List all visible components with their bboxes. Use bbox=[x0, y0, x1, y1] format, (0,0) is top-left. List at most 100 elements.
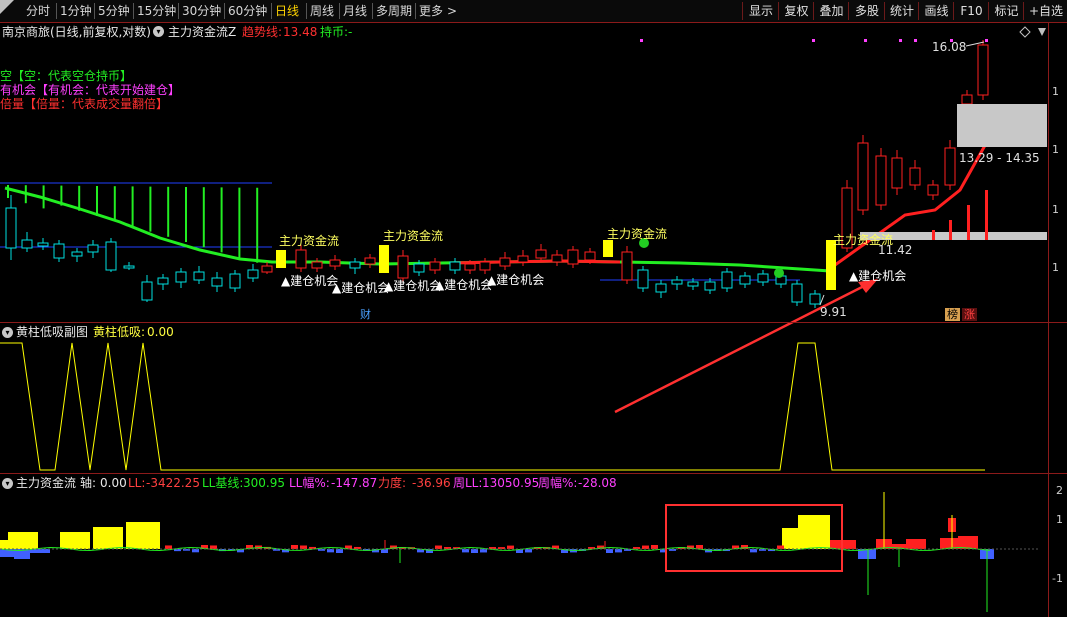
red-flow-bar bbox=[906, 539, 926, 549]
small-flow-bar bbox=[507, 545, 514, 549]
sub2-weekpct-value: -28.08 bbox=[578, 476, 617, 490]
candle-body bbox=[687, 281, 699, 287]
triangle-down-icon[interactable] bbox=[1038, 28, 1046, 36]
sub2-force-value: -36.96 bbox=[412, 476, 451, 490]
right-axis-label: 1 bbox=[1052, 261, 1059, 274]
candle-body bbox=[247, 269, 259, 279]
candle-body bbox=[909, 167, 921, 186]
panel-divider-2 bbox=[0, 473, 1067, 474]
candle-body bbox=[479, 261, 491, 271]
small-flow-bar bbox=[606, 549, 613, 553]
candle-body bbox=[551, 254, 563, 263]
candle-body bbox=[927, 184, 939, 196]
small-flow-bar bbox=[471, 549, 478, 553]
sub2-weekll-value: 13050.95 bbox=[482, 476, 540, 490]
buy-chance-annotation: ▲建仓机会 bbox=[435, 278, 493, 292]
yellow-flow-bar bbox=[276, 250, 286, 268]
small-flow-bar bbox=[165, 545, 172, 549]
candle-body bbox=[499, 257, 511, 267]
candle-body bbox=[105, 241, 117, 271]
red-flow-bar bbox=[958, 536, 978, 549]
panel-divider-1 bbox=[0, 322, 1067, 323]
candle-body bbox=[875, 155, 887, 206]
sub2-axis-label: 轴: bbox=[80, 476, 97, 490]
right-axis-label: 1 bbox=[1052, 203, 1059, 216]
candle-body bbox=[944, 147, 956, 186]
high-price-label: 16.08 bbox=[932, 40, 967, 54]
candle-body bbox=[141, 281, 153, 301]
sub1-toggle-icon[interactable]: ▾ bbox=[2, 327, 13, 338]
small-flow-bar bbox=[462, 549, 469, 553]
candle-body bbox=[655, 283, 667, 293]
sub1-indicator-value: 0.00 bbox=[147, 325, 174, 339]
candle-body bbox=[229, 273, 241, 289]
candle-body bbox=[5, 207, 17, 249]
candle-body bbox=[21, 239, 33, 249]
magenta-dot bbox=[985, 39, 988, 42]
candle-body bbox=[311, 261, 323, 269]
candle-body bbox=[87, 244, 99, 253]
right-red-bar bbox=[932, 230, 935, 240]
candle-body bbox=[449, 261, 461, 271]
rise-badge[interactable]: 涨 bbox=[962, 308, 977, 321]
candle-body bbox=[413, 263, 425, 273]
small-flow-bar bbox=[777, 545, 784, 549]
sub2-axis-tick: -1 bbox=[1052, 572, 1063, 585]
candle-body bbox=[261, 265, 273, 273]
small-flow-bar bbox=[300, 545, 307, 549]
sub2-toggle-icon[interactable]: ▾ bbox=[2, 478, 13, 489]
yellow-flow-bar bbox=[798, 515, 830, 549]
candle-body bbox=[961, 94, 973, 105]
yellow-flow-bar bbox=[826, 240, 836, 290]
range-label: 13.29 - 14.35 bbox=[959, 151, 1040, 165]
sub2-axis-tick: 2 bbox=[1056, 484, 1063, 497]
candle-body bbox=[621, 251, 633, 281]
right-red-bar bbox=[949, 220, 952, 240]
right-axis-border bbox=[1048, 22, 1049, 617]
buy-chance-annotation: ▲建仓机会 bbox=[487, 273, 545, 287]
right-axis-label: 1 bbox=[1052, 143, 1059, 156]
sub2-weekll-label: 周LL: bbox=[453, 476, 483, 490]
candle-body bbox=[857, 142, 869, 211]
candle-body bbox=[175, 271, 187, 283]
magenta-dot bbox=[812, 39, 815, 42]
red-trend-line-mid bbox=[449, 259, 621, 265]
sub1-indicator-label: 黄柱低吸: bbox=[93, 325, 146, 339]
finance-badge[interactable]: 财 bbox=[358, 308, 373, 321]
kline-chart bbox=[0, 26, 1047, 612]
main-flow-annotation: 主力资金流 bbox=[607, 227, 668, 241]
candle-body bbox=[721, 271, 733, 289]
list-badge[interactable]: 榜 bbox=[945, 308, 960, 321]
small-flow-bar bbox=[750, 549, 757, 553]
small-flow-bar bbox=[291, 545, 298, 549]
low-price-label: 9.91 bbox=[820, 305, 847, 319]
small-flow-bar bbox=[336, 549, 343, 553]
hold-bars-group bbox=[7, 185, 259, 263]
candle-body bbox=[123, 265, 135, 269]
candle-body bbox=[429, 261, 441, 271]
sub2-axis-value: 0.00 bbox=[100, 476, 127, 490]
main-flow-annotation: 主力资金流 bbox=[279, 234, 340, 248]
yellow-flow-bar bbox=[8, 532, 38, 549]
sub2-force-label: 力度: bbox=[378, 476, 407, 490]
small-flow-bar bbox=[480, 549, 487, 553]
yellow-flow-bar bbox=[603, 240, 613, 257]
candle-body bbox=[464, 263, 476, 271]
diamond-icon[interactable] bbox=[1019, 26, 1031, 38]
sub1-title: 黄柱低吸副图 bbox=[16, 325, 89, 339]
candle-body bbox=[977, 44, 989, 96]
magenta-dot bbox=[899, 39, 902, 42]
yellow-flow-bar bbox=[60, 532, 90, 549]
green-marker-icon bbox=[774, 268, 784, 278]
candle-body bbox=[637, 269, 649, 289]
candle-body bbox=[891, 157, 903, 189]
candle-body bbox=[193, 271, 205, 281]
small-flow-bar bbox=[435, 545, 442, 549]
small-flow-bar bbox=[642, 545, 649, 549]
candle-body bbox=[671, 279, 683, 285]
small-flow-bar bbox=[651, 545, 658, 549]
low-price-pointer bbox=[819, 294, 825, 306]
candles-group bbox=[5, 40, 989, 308]
main-flow-annotation: 主力资金流 bbox=[383, 229, 444, 243]
candle-body bbox=[364, 257, 376, 265]
